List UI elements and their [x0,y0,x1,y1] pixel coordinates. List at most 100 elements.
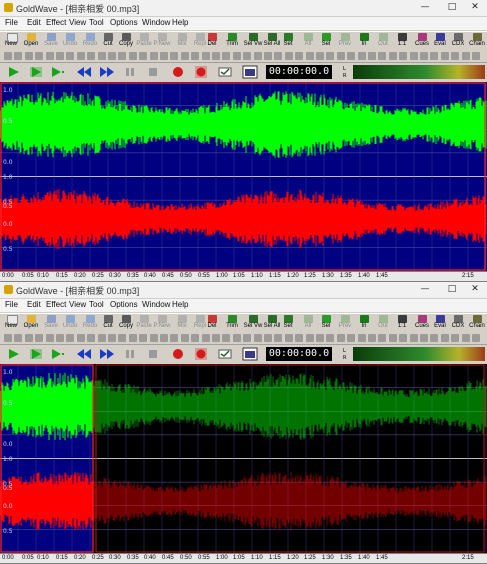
menu-item-edit[interactable]: Edit [27,300,41,309]
effect-tool-icon[interactable] [170,52,179,60]
record-selection-button[interactable] [193,347,209,361]
play-from-button[interactable] [50,65,66,79]
effect-tool-icon[interactable] [4,334,12,342]
menu-item-tool[interactable]: Tool [89,18,104,27]
effect-tool-icon[interactable] [326,52,335,60]
menu-item-options[interactable]: Options [110,18,138,27]
effect-tool-icon[interactable] [118,334,127,342]
effect-tool-icon[interactable] [222,52,231,60]
effect-tool-icon[interactable] [378,334,387,342]
pause-button[interactable] [122,347,138,361]
record-selection-button[interactable] [193,65,209,79]
effect-tool-icon[interactable] [305,52,314,60]
effect-tool-icon[interactable] [295,334,304,342]
effect-tool-icon[interactable] [66,52,75,60]
effect-tool-icon[interactable] [128,334,137,342]
effect-tool-icon[interactable] [274,334,283,342]
effect-tool-icon[interactable] [378,52,387,60]
effect-tool-icon[interactable] [326,334,335,342]
menu-item-effect[interactable]: Effect [46,18,66,27]
effect-tool-icon[interactable] [399,52,408,60]
effect-tool-icon[interactable] [461,334,470,342]
effect-tool-icon[interactable] [201,52,210,60]
effect-tool-icon[interactable] [388,334,397,342]
menu-item-view[interactable]: View [69,18,86,27]
effect-tool-icon[interactable] [180,52,189,60]
effect-tool-icon[interactable] [212,52,220,60]
fast-forward-button[interactable] [99,347,115,361]
effect-tool-icon[interactable] [232,52,241,60]
effect-tool-icon[interactable] [336,334,345,342]
effect-tool-icon[interactable] [295,52,304,60]
effect-tool-icon[interactable] [160,334,168,342]
effect-tool-icon[interactable] [357,334,366,342]
effect-tool-icon[interactable] [35,52,44,60]
effect-tool-icon[interactable] [118,52,127,60]
effect-tool-icon[interactable] [139,52,148,60]
waveform-view[interactable]: 1.0 0.5 0.0 0.5 1.0 0.5 0.0 0.5 [0,82,487,271]
effect-tool-icon[interactable] [222,334,231,342]
close-button[interactable]: ✕ [464,283,486,296]
stop-button[interactable] [145,347,161,361]
effect-tool-icon[interactable] [284,334,293,342]
effect-tool-icon[interactable] [128,52,137,60]
effect-tool-icon[interactable] [409,334,418,342]
effect-tool-icon[interactable] [212,334,220,342]
effect-tool-icon[interactable] [4,52,12,60]
effect-tool-icon[interactable] [76,52,85,60]
play-button[interactable] [6,65,22,79]
effect-tool-icon[interactable] [274,52,283,60]
effect-tool-icon[interactable] [191,334,200,342]
close-button[interactable]: ✕ [464,1,486,14]
menu-item-edit[interactable]: Edit [27,18,41,27]
effect-tool-icon[interactable] [24,334,33,342]
minimize-button[interactable]: — [414,1,436,14]
effect-tool-icon[interactable] [24,52,33,60]
toolbar-chain-button[interactable]: Chain [467,314,487,333]
effect-tool-icon[interactable] [160,52,168,60]
effect-tool-icon[interactable] [191,52,200,60]
effect-tool-icon[interactable] [201,334,210,342]
effect-tool-icon[interactable] [108,52,116,60]
effect-tool-icon[interactable] [243,52,252,60]
effect-tool-icon[interactable] [336,52,345,60]
menu-item-options[interactable]: Options [110,300,138,309]
effect-tool-icon[interactable] [56,52,64,60]
waveform-canvas[interactable]: 1.00.50.00.51.00.50.00.5 [0,82,487,271]
effect-tool-icon[interactable] [461,52,470,60]
waveform-view[interactable]: 1.0 0.5 0.0 0.5 1.0 0.5 0.0 0.5 [0,364,487,553]
play-from-button[interactable] [50,347,66,361]
minimize-button[interactable]: — [414,283,436,296]
effect-tool-icon[interactable] [264,52,272,60]
view-mode-button[interactable] [242,65,258,79]
effect-tool-icon[interactable] [180,334,189,342]
maximize-button[interactable]: □ [441,283,463,296]
menu-item-window[interactable]: Window [142,300,170,309]
effect-tool-icon[interactable] [87,334,96,342]
effect-tool-icon[interactable] [56,334,64,342]
effect-tool-icon[interactable] [440,52,449,60]
menu-item-file[interactable]: File [5,300,18,309]
effect-tool-icon[interactable] [440,334,449,342]
menu-item-tool[interactable]: Tool [89,300,104,309]
effect-tool-icon[interactable] [357,52,366,60]
toolbar-chain-button[interactable]: Chain [467,32,487,51]
effect-tool-icon[interactable] [430,52,439,60]
effect-tool-icon[interactable] [76,334,85,342]
effect-tool-icon[interactable] [399,334,408,342]
effect-tool-icon[interactable] [368,334,376,342]
effect-tool-icon[interactable] [430,334,439,342]
effect-tool-icon[interactable] [316,334,324,342]
effect-tool-icon[interactable] [305,334,314,342]
loop-checkbox[interactable] [217,65,233,79]
stop-button[interactable] [145,65,161,79]
effect-tool-icon[interactable] [108,334,116,342]
time-ruler[interactable]: 0:00 0:05 0:10 0:15 0:20 0:25 0:30 0:35 0:40 0:45… [0,271,487,281]
play-selection-button[interactable] [28,347,44,361]
effect-tool-icon[interactable] [87,52,96,60]
effect-tool-icon[interactable] [316,52,324,60]
menu-item-effect[interactable]: Effect [46,300,66,309]
view-mode-button[interactable] [242,347,258,361]
record-button[interactable] [170,65,186,79]
effect-tool-icon[interactable] [149,52,158,60]
